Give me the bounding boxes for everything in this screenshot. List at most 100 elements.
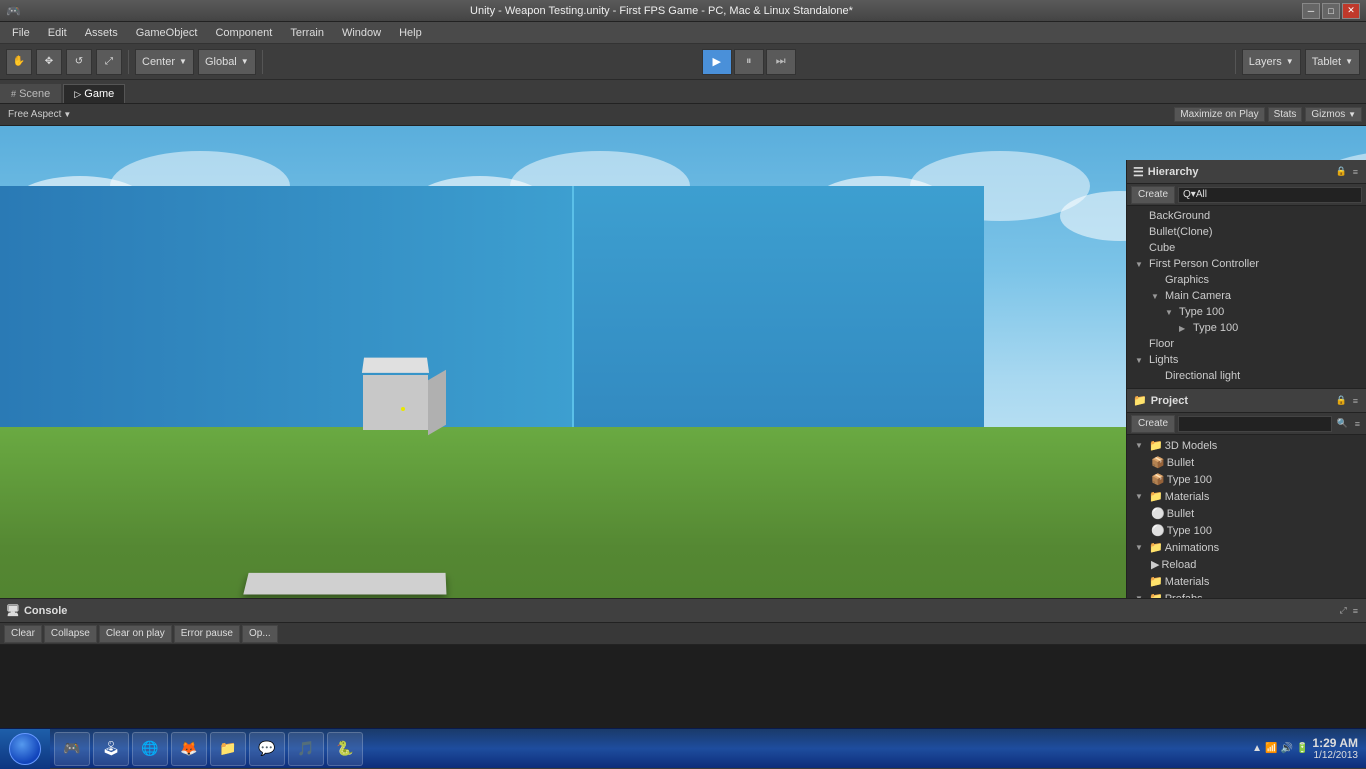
project-search-input[interactable]	[1178, 416, 1332, 432]
project-item-bullet-mat[interactable]: ⚪ Bullet	[1127, 505, 1366, 522]
titlebar: 🎮 Unity - Weapon Testing.unity - First F…	[0, 0, 1366, 22]
console-clear-on-play-button[interactable]: Clear on play	[99, 625, 172, 643]
layers-dropdown[interactable]: Layers ▼	[1242, 49, 1301, 75]
menu-terrain[interactable]: Terrain	[282, 25, 332, 41]
taskbar-app-skype[interactable]: 💬	[249, 732, 285, 766]
hierarchy-item-fpc[interactable]: ▼ First Person Controller	[1127, 256, 1366, 272]
tool-hand[interactable]: ✋	[6, 49, 32, 75]
project-item-animations[interactable]: ▼ 📁 Animations	[1127, 539, 1366, 556]
hierarchy-label-cube: Cube	[1149, 242, 1175, 254]
console-error-pause-button[interactable]: Error pause	[174, 625, 240, 643]
tool-scale[interactable]: ⤢	[96, 49, 122, 75]
project-create-button[interactable]: Create	[1131, 415, 1175, 433]
hierarchy-item-cube[interactable]: Cube	[1127, 240, 1366, 256]
console-open-button[interactable]: Op...	[242, 625, 278, 643]
close-button[interactable]: ✕	[1342, 3, 1360, 19]
console-collapse-button[interactable]: Collapse	[44, 625, 97, 643]
game-cube	[355, 355, 435, 430]
hierarchy-item-type100-2[interactable]: ▶ Type 100	[1127, 320, 1366, 336]
taskbar-app-python[interactable]: 🐍	[327, 732, 363, 766]
project-icon-bulletmat: ⚪	[1151, 507, 1165, 520]
toolbar-separator-2	[262, 50, 263, 74]
hierarchy-item-floor[interactable]: Floor	[1127, 336, 1366, 352]
minimize-button[interactable]: ─	[1302, 3, 1320, 19]
clock-date: 1/12/2013	[1312, 750, 1358, 761]
aspect-dropdown[interactable]: Free Aspect ▼	[4, 109, 75, 120]
taskbar-apps: 🎮 🕹 🌐 🦊 📁 💬 🎵 🐍	[50, 732, 1244, 766]
stats-button[interactable]: Stats	[1268, 107, 1303, 122]
project-item-type100-mat[interactable]: ⚪ Type 100	[1127, 522, 1366, 539]
hierarchy-search-input[interactable]	[1178, 187, 1362, 203]
project-icon-bullet1: 📦	[1151, 456, 1165, 469]
project-item-type100-1[interactable]: 📦 Type 100	[1127, 471, 1366, 488]
project-label-3dmodels: 3D Models	[1165, 440, 1218, 452]
project-item-bullet1[interactable]: 📦 Bullet	[1127, 454, 1366, 471]
hierarchy-item-background[interactable]: BackGround	[1127, 208, 1366, 224]
taskbar-app-unity2[interactable]: 🕹	[93, 732, 129, 766]
game-toolbar: Free Aspect ▼ Maximize on Play Stats Giz…	[0, 104, 1366, 126]
menu-window[interactable]: Window	[334, 25, 389, 41]
console-clear-button[interactable]: Clear	[4, 625, 42, 643]
project-icon-materials: 📁	[1149, 490, 1163, 503]
taskbar-start-button[interactable]	[0, 729, 50, 769]
taskbar-app-unity[interactable]: 🎮	[54, 732, 90, 766]
tray-arrow-icon[interactable]: ▲	[1252, 743, 1262, 754]
hierarchy-lock-button[interactable]: 🔒	[1334, 166, 1349, 177]
project-item-3dmodels[interactable]: ▼ 📁 3D Models	[1127, 437, 1366, 454]
layout-dropdown[interactable]: Tablet ▼	[1305, 49, 1360, 75]
project-item-reload[interactable]: ▶ Reload	[1127, 556, 1366, 573]
tray-network-icon: 📶	[1265, 743, 1277, 754]
console-maximize-button[interactable]: ⤢	[1338, 605, 1349, 616]
pivot-label: Center	[142, 56, 175, 68]
global-arrow-icon: ▼	[241, 57, 249, 66]
taskbar-app-ie[interactable]: 🌐	[132, 732, 168, 766]
project-icon-reload: ▶	[1151, 558, 1159, 571]
project-item-materials2[interactable]: 📁 Materials	[1127, 573, 1366, 590]
menu-assets[interactable]: Assets	[77, 25, 126, 41]
menu-edit[interactable]: Edit	[40, 25, 75, 41]
tool-rotate[interactable]: ↺	[66, 49, 92, 75]
step-button[interactable]: ⏭	[766, 49, 796, 75]
project-item-materials[interactable]: ▼ 📁 Materials	[1127, 488, 1366, 505]
taskbar-app-firefox[interactable]: 🦊	[171, 732, 207, 766]
project-menu-button[interactable]: ≡	[1351, 395, 1360, 406]
game-tab-label: Game	[84, 88, 114, 100]
hierarchy-item-graphics[interactable]: Graphics	[1127, 272, 1366, 288]
hierarchy-title: Hierarchy	[1148, 166, 1199, 178]
menu-component[interactable]: Component	[207, 25, 280, 41]
project-search-button[interactable]: 🔍	[1335, 418, 1350, 429]
project-icon: 📁	[1133, 394, 1147, 407]
maximize-button[interactable]: □	[1322, 3, 1340, 19]
pause-button[interactable]: ⏸	[734, 49, 764, 75]
tree-arrow-lights: ▼	[1135, 356, 1145, 365]
hierarchy-item-maincamera[interactable]: ▼ Main Camera	[1127, 288, 1366, 304]
tree-arrow-type100-2: ▶	[1179, 324, 1189, 333]
hierarchy-label-fpc: First Person Controller	[1149, 258, 1259, 270]
menu-file[interactable]: File	[4, 25, 38, 41]
hierarchy-item-lights[interactable]: ▼ Lights	[1127, 352, 1366, 368]
taskbar-clock[interactable]: 1:29 AM 1/12/2013	[1312, 736, 1358, 761]
hierarchy-menu-button[interactable]: ≡	[1351, 166, 1360, 177]
pivot-dropdown[interactable]: Center ▼	[135, 49, 194, 75]
hierarchy-item-type100-1[interactable]: ▼ Type 100	[1127, 304, 1366, 320]
menu-gameobject[interactable]: GameObject	[128, 25, 206, 41]
menu-help[interactable]: Help	[391, 25, 430, 41]
console-menu-button[interactable]: ≡	[1351, 605, 1360, 616]
maximize-on-play-button[interactable]: Maximize on Play	[1174, 107, 1264, 122]
console-title: Console	[24, 605, 67, 617]
hierarchy-item-dirlight[interactable]: Directional light	[1127, 368, 1366, 384]
hierarchy-label-type100-2: Type 100	[1193, 322, 1238, 334]
global-dropdown[interactable]: Global ▼	[198, 49, 256, 75]
hierarchy-create-button[interactable]: Create	[1131, 186, 1175, 204]
project-sort-button[interactable]: ≡	[1353, 419, 1362, 429]
tool-move[interactable]: ✥	[36, 49, 62, 75]
hierarchy-item-bullet-clone[interactable]: Bullet(Clone)	[1127, 224, 1366, 240]
tab-scene[interactable]: # Scene	[0, 84, 61, 103]
tab-game[interactable]: ▷ Game	[63, 84, 125, 103]
project-lock-button[interactable]: 🔒	[1334, 395, 1349, 406]
play-button[interactable]: ▶	[702, 49, 732, 75]
taskbar-app-spotify[interactable]: 🎵	[288, 732, 324, 766]
taskbar-app-explorer[interactable]: 📁	[210, 732, 246, 766]
gizmos-button[interactable]: Gizmos ▼	[1305, 107, 1362, 122]
tray-volume-icon[interactable]: 🔊	[1281, 743, 1293, 754]
